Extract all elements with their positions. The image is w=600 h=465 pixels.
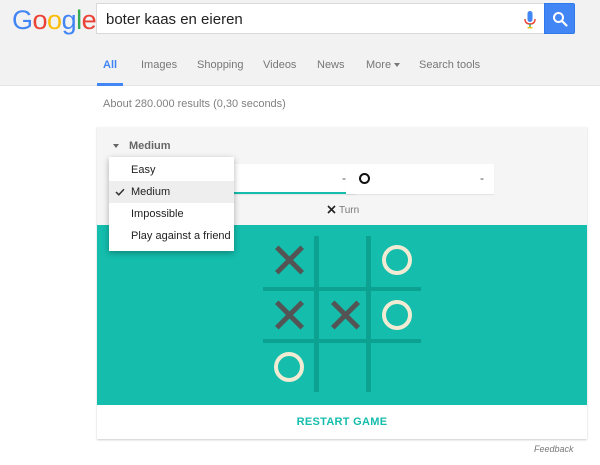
search-input[interactable] — [106, 9, 506, 29]
x-mark — [274, 245, 304, 275]
o-mark-icon — [359, 173, 370, 184]
board-cell-0-1[interactable] — [319, 234, 371, 286]
o-mark — [382, 300, 412, 330]
o-mark — [382, 245, 412, 275]
logo-letter: o — [47, 5, 62, 35]
x-mark-icon — [327, 205, 336, 214]
board-cell-1-0[interactable] — [263, 289, 315, 341]
turn-indicator: Turn — [327, 205, 359, 216]
tab-videos[interactable]: Videos — [263, 58, 296, 72]
search-button[interactable] — [544, 3, 575, 34]
search-header: Google All Images Shopping Videos News M… — [0, 0, 600, 86]
logo-letter: G — [12, 5, 33, 35]
board-cell-2-2[interactable] — [371, 341, 423, 393]
logo-letter: g — [61, 5, 77, 35]
logo-letter: o — [32, 5, 48, 35]
microphone-icon[interactable] — [524, 11, 536, 29]
active-tab-indicator — [97, 83, 123, 86]
difficulty-option-medium[interactable]: Medium — [109, 181, 234, 203]
option-label: Medium — [131, 186, 171, 198]
check-icon — [115, 188, 125, 196]
x-mark — [274, 300, 304, 330]
board-cell-2-0[interactable] — [263, 341, 315, 393]
tab-more[interactable]: More — [366, 58, 401, 72]
player-o-score: - — [480, 171, 484, 185]
game-board — [97, 225, 587, 405]
o-mark — [274, 352, 304, 382]
tab-shopping[interactable]: Shopping — [197, 58, 244, 72]
board-cell-2-1[interactable] — [319, 341, 371, 393]
google-logo[interactable]: Google — [12, 5, 97, 35]
turn-label: Turn — [339, 205, 360, 216]
search-tabs: All Images Shopping Videos News More Sea… — [0, 56, 600, 86]
tab-more-label: More — [366, 59, 392, 71]
option-label: Impossible — [131, 208, 184, 220]
search-icon — [553, 12, 568, 27]
tab-search-tools[interactable]: Search tools — [419, 58, 480, 72]
logo-letter: e — [81, 5, 97, 35]
x-mark — [330, 300, 360, 330]
board-cell-0-2[interactable] — [371, 234, 423, 286]
option-label: Easy — [131, 164, 156, 176]
result-stats: About 280.000 results (0,30 seconds) — [103, 98, 286, 110]
difficulty-option-easy[interactable]: Easy — [109, 159, 234, 181]
search-box — [96, 3, 544, 34]
board-cell-1-2[interactable] — [371, 289, 423, 341]
tab-news[interactable]: News — [317, 58, 345, 72]
feedback-link[interactable]: Feedback — [534, 444, 574, 454]
option-label: Play against a friend — [131, 230, 231, 242]
tab-all[interactable]: All — [103, 58, 117, 72]
restart-game-button[interactable]: RESTART GAME — [97, 405, 587, 439]
difficulty-option-impossible[interactable]: Impossible — [109, 203, 234, 225]
board-cell-0-0[interactable] — [263, 234, 315, 286]
difficulty-dropdown: Easy Medium Impossible Play against a fr… — [109, 157, 234, 251]
difficulty-option-friend[interactable]: Play against a friend — [109, 225, 234, 247]
caret-down-icon — [394, 63, 401, 68]
board-cell-1-1[interactable] — [319, 289, 371, 341]
player-o-panel: - — [346, 164, 494, 194]
difficulty-selector[interactable]: Medium — [113, 140, 171, 152]
caret-down-icon — [113, 144, 119, 149]
tab-images[interactable]: Images — [141, 58, 177, 72]
difficulty-label: Medium — [129, 140, 171, 152]
